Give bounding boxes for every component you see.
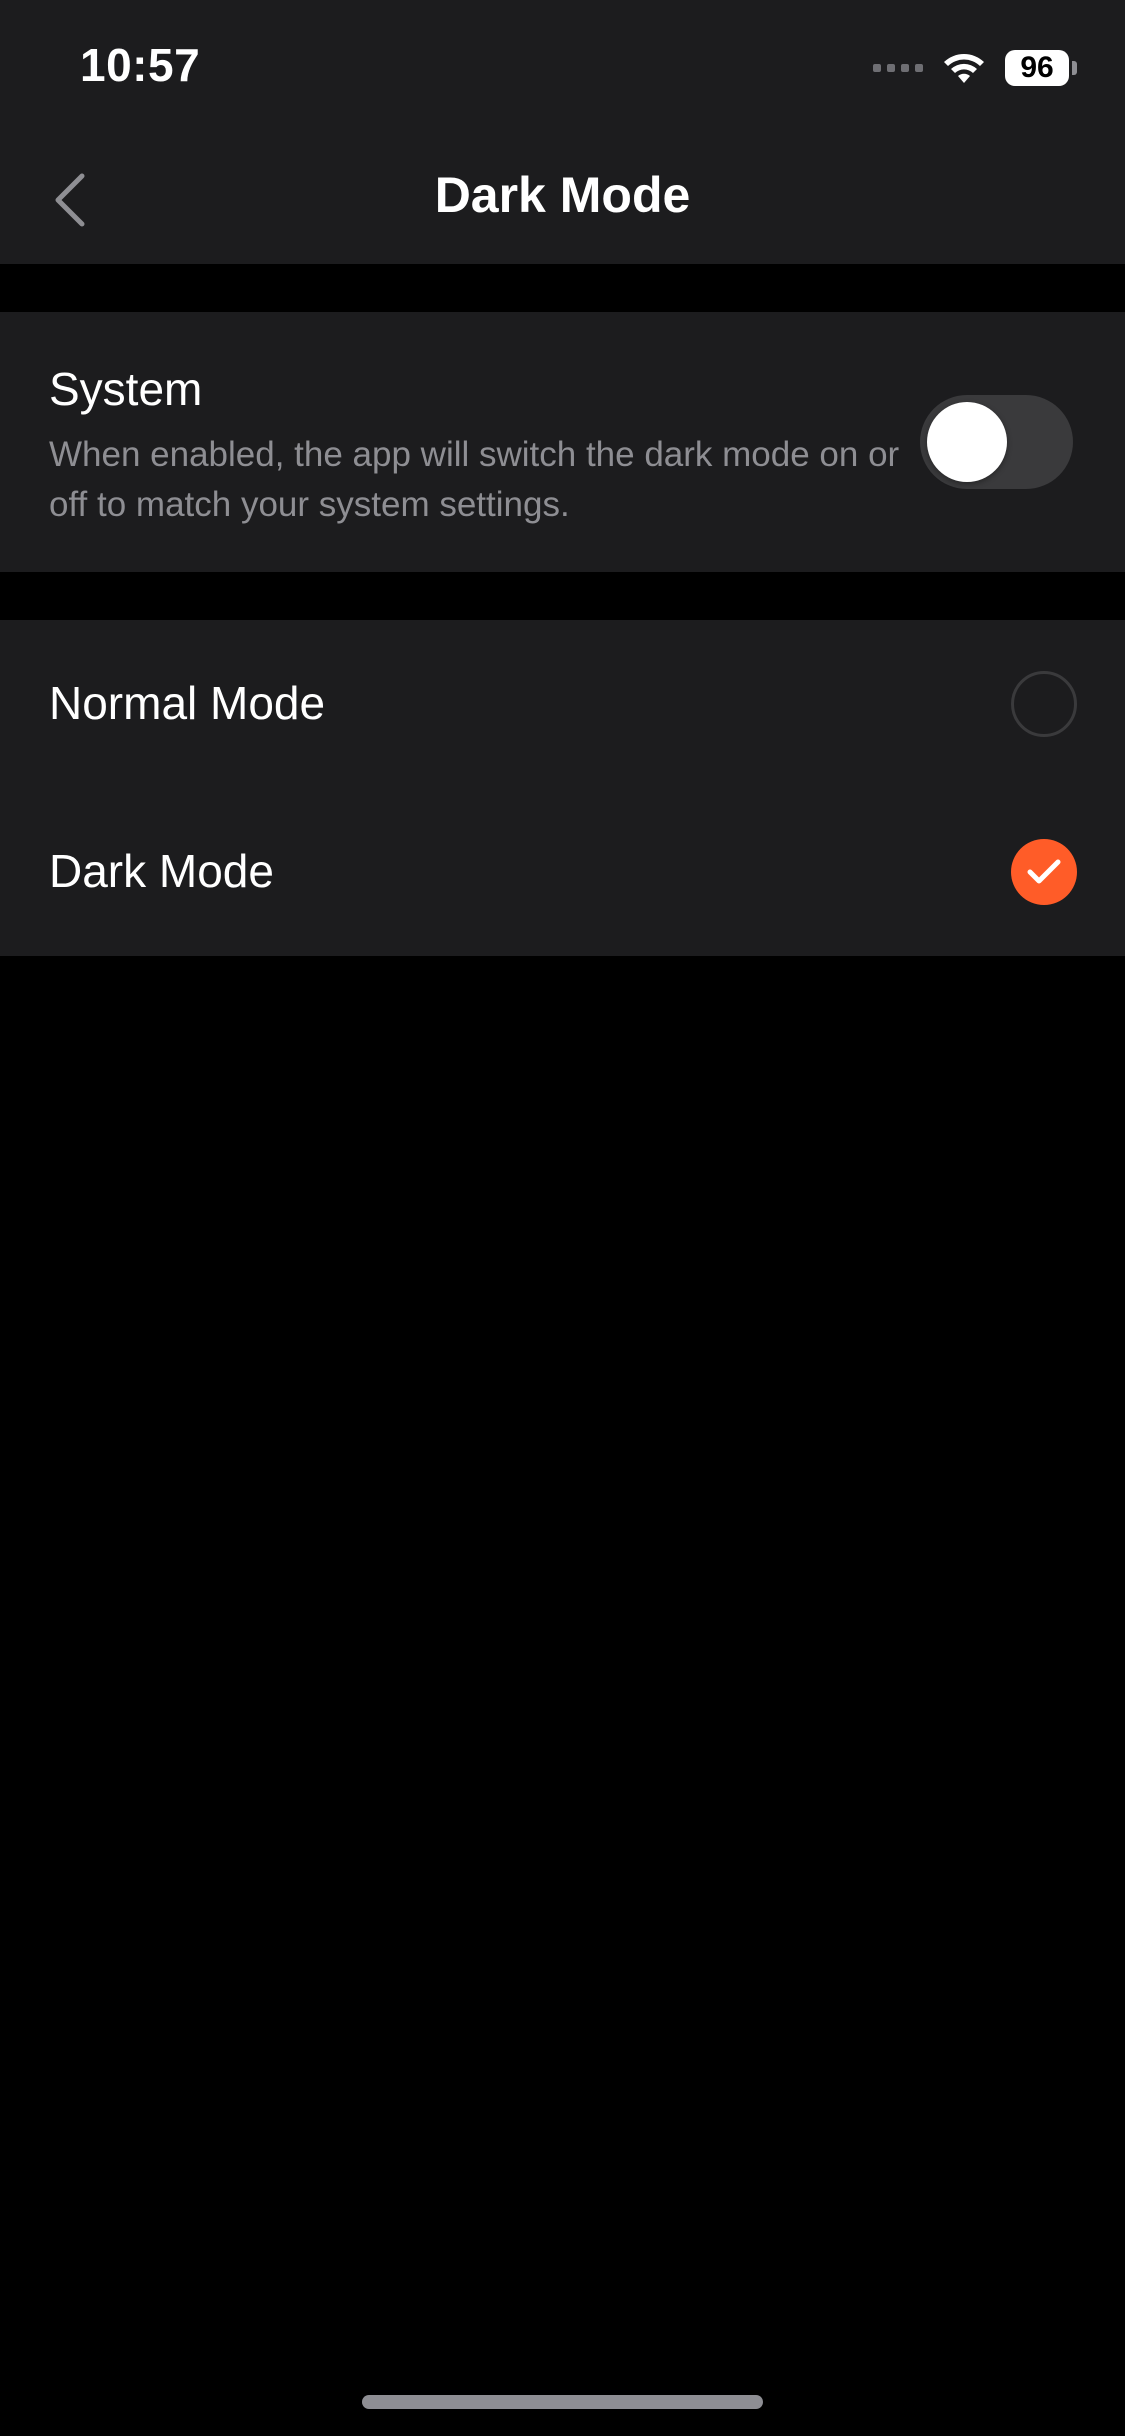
system-toggle[interactable] — [920, 395, 1073, 489]
top-bar: 10:57 96 Dark Mode — [0, 0, 1125, 264]
status-indicators: 96 — [873, 46, 1077, 90]
normal-mode-label: Normal Mode — [49, 677, 326, 729]
system-description: When enabled, the app will switch the da… — [49, 435, 900, 524]
battery-icon: 96 — [1005, 50, 1077, 86]
normal-mode-radio[interactable] — [1011, 671, 1077, 737]
system-title: System — [49, 363, 203, 415]
home-indicator — [362, 2395, 763, 2409]
wifi-icon — [941, 50, 987, 86]
checkmark-icon — [1027, 859, 1061, 884]
battery-level: 96 — [1005, 50, 1069, 86]
normal-mode-option[interactable]: Normal Mode — [0, 620, 1125, 788]
system-setting-section: System When enabled, the app will switch… — [0, 312, 1125, 572]
dark-mode-radio[interactable] — [1011, 839, 1077, 905]
dark-mode-option[interactable]: Dark Mode — [0, 788, 1125, 956]
dark-mode-label: Dark Mode — [49, 845, 274, 897]
signal-icon — [873, 64, 923, 72]
status-time: 10:57 — [80, 39, 201, 91]
page-title: Dark Mode — [434, 167, 691, 223]
toggle-knob — [927, 402, 1007, 482]
mode-options-section: Normal Mode Dark Mode — [0, 620, 1125, 956]
